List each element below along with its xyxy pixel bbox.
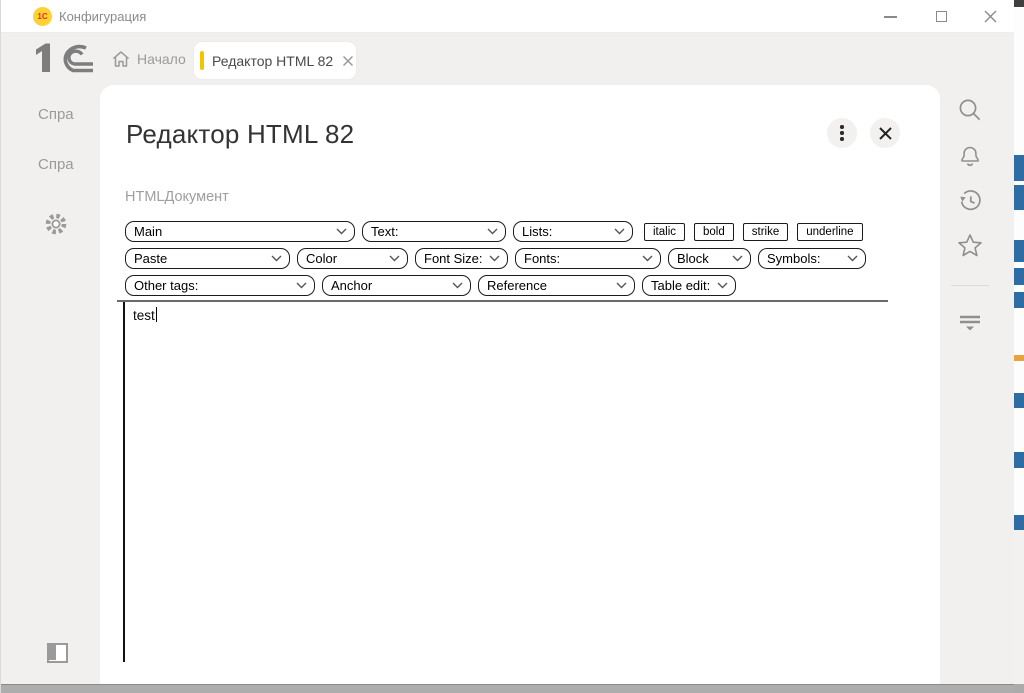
sidebar-item-spra-2[interactable]: Спра	[38, 156, 74, 173]
minimize-button[interactable]	[884, 16, 897, 18]
chevron-down-icon	[296, 282, 307, 289]
anchor-dropdown[interactable]: Anchor	[322, 275, 471, 296]
maximize-button[interactable]	[936, 11, 947, 22]
format-buttons: italic bold strike underline	[644, 222, 863, 241]
sidebar-divider	[951, 285, 989, 286]
paste-dropdown[interactable]: Paste	[125, 248, 290, 269]
filter-icon[interactable]	[956, 308, 984, 336]
more-menu-button[interactable]	[827, 118, 857, 148]
text-cursor	[155, 307, 158, 322]
toolbar-row-1: Main Text: Lists: italic bold strike und…	[125, 221, 863, 242]
sidebar-item-spra-1[interactable]: Спра	[38, 106, 74, 123]
chevron-down-icon	[847, 255, 858, 262]
1c-logo	[36, 43, 93, 73]
panel-close-button[interactable]	[870, 118, 900, 148]
other-tags-dropdown[interactable]: Other tags:	[125, 275, 315, 296]
tab-close-button[interactable]	[342, 55, 354, 67]
strike-button[interactable]: strike	[742, 222, 789, 241]
search-icon[interactable]	[956, 97, 984, 125]
window-title: Конфигурация	[59, 9, 147, 24]
bold-button[interactable]: bold	[694, 222, 734, 241]
editor-left-border	[123, 302, 125, 662]
table-edit-dropdown[interactable]: Table edit:	[642, 275, 736, 296]
chevron-down-icon	[717, 282, 728, 289]
bell-icon[interactable]	[956, 142, 984, 170]
text-dropdown[interactable]: Text:	[362, 221, 506, 242]
field-label: HTMLДокумент	[125, 189, 229, 205]
color-dropdown[interactable]: Color	[297, 248, 408, 269]
home-label: Начало	[137, 51, 186, 67]
chevron-down-icon	[616, 282, 627, 289]
kebab-icon	[840, 125, 844, 141]
chevron-down-icon	[336, 228, 347, 235]
window-left-edge	[0, 0, 1, 693]
editor-top-border	[117, 300, 888, 302]
chevron-down-icon	[487, 228, 498, 235]
underline-button[interactable]: underline	[797, 222, 863, 241]
font-size-dropdown[interactable]: Font Size:	[415, 248, 508, 269]
active-tab-indicator	[200, 51, 204, 70]
chevron-down-icon	[452, 282, 463, 289]
fonts-dropdown[interactable]: Fonts:	[515, 248, 661, 269]
chevron-down-icon	[389, 255, 400, 262]
home-icon	[113, 51, 129, 67]
toolbar-row-2: Paste Color Font Size: Fonts: Block Symb…	[125, 248, 866, 269]
chevron-down-icon	[732, 255, 743, 262]
history-icon[interactable]	[956, 187, 984, 215]
toolbar-row-3: Other tags: Anchor Reference Table edit:	[125, 275, 736, 296]
close-icon	[343, 55, 354, 66]
chevron-down-icon	[271, 255, 282, 262]
tab-label: Редактор HTML 82	[212, 52, 334, 69]
chevron-down-icon	[489, 255, 500, 262]
chevron-down-icon	[614, 228, 625, 235]
tab-html-editor[interactable]: Редактор HTML 82	[194, 42, 356, 79]
gear-icon[interactable]	[43, 211, 69, 237]
symbols-dropdown[interactable]: Symbols:	[758, 248, 866, 269]
italic-button[interactable]: italic	[644, 222, 686, 241]
editor-panel	[100, 85, 940, 684]
block-dropdown[interactable]: Block	[668, 248, 751, 269]
home-button[interactable]: Начало	[111, 49, 186, 69]
main-dropdown[interactable]: Main	[125, 221, 355, 242]
close-icon	[878, 126, 892, 140]
star-icon[interactable]	[956, 232, 984, 260]
page-title: Редактор HTML 82	[126, 119, 355, 149]
app-icon-1c[interactable]: 1С	[33, 7, 52, 26]
html-editor-content[interactable]: test	[133, 307, 158, 323]
close-window-button[interactable]	[984, 10, 997, 23]
background-window-strip	[1014, 0, 1024, 693]
window-bottom-edge	[0, 684, 1014, 693]
lists-dropdown[interactable]: Lists:	[513, 221, 633, 242]
reference-dropdown[interactable]: Reference	[478, 275, 635, 296]
sidebar-toggle-icon[interactable]	[47, 643, 68, 663]
chevron-down-icon	[642, 255, 653, 262]
title-bar	[0, 0, 1014, 33]
